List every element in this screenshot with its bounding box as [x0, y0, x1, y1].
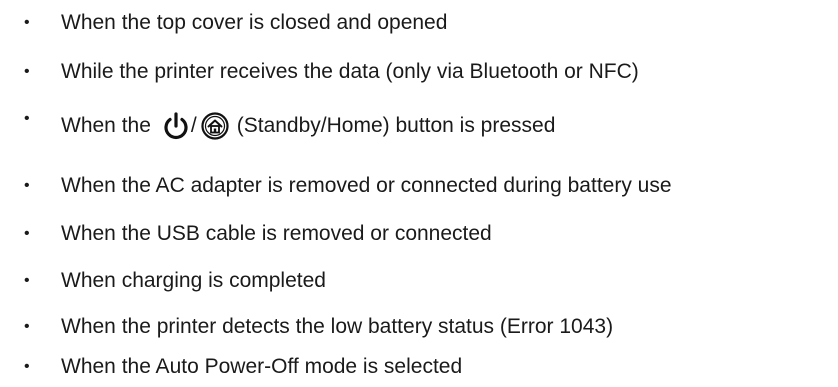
power-icon	[161, 111, 191, 141]
list-item-text: When the Auto Power-Off mode is selected	[61, 355, 463, 378]
list-item-text-before: When the	[61, 114, 151, 137]
icon-separator: /	[190, 114, 197, 137]
bullet: •	[24, 318, 30, 335]
list-item-text: While the printer receives the data (onl…	[61, 60, 639, 83]
list-item-text: When the / (Standby/Home) button is pres…	[61, 111, 555, 141]
bullet: •	[24, 110, 30, 127]
bullet: •	[24, 177, 30, 194]
list-item-text: When the top cover is closed and opened	[61, 11, 448, 34]
home-icon	[201, 112, 229, 140]
bullet: •	[24, 63, 30, 80]
list-item-text: When the USB cable is removed or connect…	[61, 222, 492, 245]
list-item-text: When the printer detects the low battery…	[61, 315, 614, 338]
bullet-list: • When the top cover is closed and opene…	[0, 0, 838, 387]
bullet: •	[24, 358, 30, 375]
bullet: •	[24, 272, 30, 289]
list-item-text: When the AC adapter is removed or connec…	[61, 174, 672, 197]
list-item-text-after: (Standby/Home) button is pressed	[236, 114, 556, 137]
bullet: •	[24, 225, 30, 242]
list-item-text: When charging is completed	[61, 269, 326, 292]
bullet: •	[24, 14, 30, 31]
